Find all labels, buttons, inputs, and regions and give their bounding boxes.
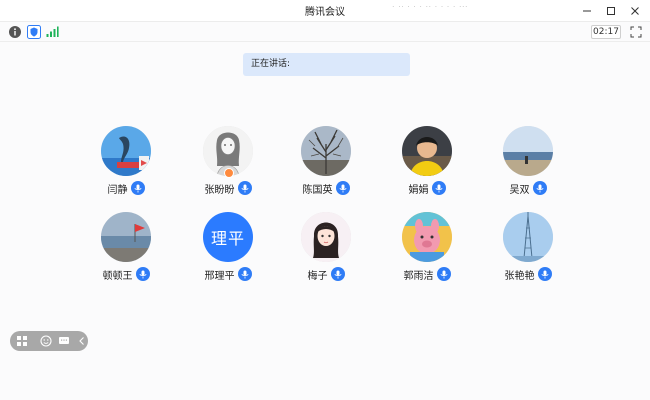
- avatar: [503, 212, 553, 262]
- participant-tile[interactable]: 理平 邢理平: [188, 212, 268, 286]
- avatar: [402, 212, 452, 262]
- layout-button[interactable]: [16, 335, 28, 347]
- mic-status[interactable]: [130, 181, 145, 195]
- avatar-photo-icon: [402, 212, 452, 262]
- participant-name-row: 张盼盼: [188, 180, 268, 196]
- participant-name: 顿顿王: [102, 270, 133, 282]
- avatar-photo-icon: [503, 126, 553, 176]
- participant-tile[interactable]: 郭雨洁: [387, 212, 467, 286]
- participant-name: 邢理平: [204, 270, 235, 282]
- mic-status[interactable]: [237, 181, 252, 195]
- microphone-icon: [241, 270, 248, 278]
- participant-name-row: 娟娟: [387, 180, 467, 196]
- emoji-icon: [40, 335, 52, 347]
- avatar-photo-icon: [301, 212, 351, 262]
- participant-grid: 闫静 张盼盼 陈国英 娟娟 吴双 顿顿王 理平 邢理平 梅子 郭雨洁 张艳艳: [0, 0, 650, 400]
- participant-name-row: 梅子: [286, 266, 366, 282]
- mic-status[interactable]: [335, 181, 350, 195]
- avatar: [402, 126, 452, 176]
- microphone-icon: [241, 184, 248, 192]
- microphone-icon: [334, 270, 341, 278]
- mic-status[interactable]: [431, 181, 446, 195]
- avatar: [301, 126, 351, 176]
- host-badge: [224, 168, 234, 178]
- participant-tile[interactable]: 张艳艳: [488, 212, 568, 286]
- participant-name-row: 邢理平: [188, 266, 268, 282]
- avatar-photo-icon: [101, 126, 151, 176]
- participant-name-row: 吴双: [488, 180, 568, 196]
- participant-name: 娟娟: [408, 184, 429, 196]
- participant-name: 张盼盼: [204, 184, 235, 196]
- microphone-icon: [134, 184, 141, 192]
- avatar: [301, 212, 351, 262]
- microphone-icon: [339, 184, 346, 192]
- avatar: [101, 126, 151, 176]
- participant-name: 梅子: [307, 270, 328, 282]
- participant-tile[interactable]: 吴双: [488, 126, 568, 200]
- participant-name: 吴双: [509, 184, 530, 196]
- microphone-icon: [440, 270, 447, 278]
- participant-name: 闫静: [107, 184, 128, 196]
- participant-name-row: 闫静: [86, 180, 166, 196]
- participant-name: 郭雨洁: [403, 270, 434, 282]
- microphone-icon: [139, 270, 146, 278]
- mic-status[interactable]: [436, 267, 451, 281]
- participant-tile[interactable]: 梅子: [286, 212, 366, 286]
- microphone-icon: [435, 184, 442, 192]
- participant-tile[interactable]: 闫静: [86, 126, 166, 200]
- microphone-icon: [536, 184, 543, 192]
- avatar-photo-icon: [402, 126, 452, 176]
- reaction-button[interactable]: [40, 335, 52, 347]
- avatar-photo-icon: [301, 126, 351, 176]
- participant-tile[interactable]: 娟娟: [387, 126, 467, 200]
- avatar-photo-icon: [101, 212, 151, 262]
- chat-button[interactable]: [58, 335, 70, 347]
- microphone-icon: [541, 270, 548, 278]
- participant-name: 张艳艳: [504, 270, 535, 282]
- chevron-left-icon: [79, 337, 84, 345]
- mic-status[interactable]: [537, 267, 552, 281]
- text-avatar: 理平: [203, 212, 253, 262]
- avatar: [503, 126, 553, 176]
- collapse-button[interactable]: [76, 335, 88, 347]
- grid-layout-icon: [17, 336, 27, 346]
- participant-name-row: 顿顿王: [86, 266, 166, 282]
- participant-name-row: 陈国英: [286, 180, 366, 196]
- avatar-photo-icon: [503, 212, 553, 262]
- floating-toolbar: [10, 331, 88, 351]
- participant-name: 陈国英: [302, 184, 333, 196]
- mic-status[interactable]: [330, 267, 345, 281]
- participant-tile[interactable]: 陈国英: [286, 126, 366, 200]
- mic-status[interactable]: [135, 267, 150, 281]
- chat-icon: [59, 337, 69, 344]
- mic-status[interactable]: [532, 181, 547, 195]
- participant-name-row: 张艳艳: [488, 266, 568, 282]
- mic-status[interactable]: [237, 267, 252, 281]
- participant-tile[interactable]: 顿顿王: [86, 212, 166, 286]
- avatar: [101, 212, 151, 262]
- participant-tile[interactable]: 张盼盼: [188, 126, 268, 200]
- participant-name-row: 郭雨洁: [387, 266, 467, 282]
